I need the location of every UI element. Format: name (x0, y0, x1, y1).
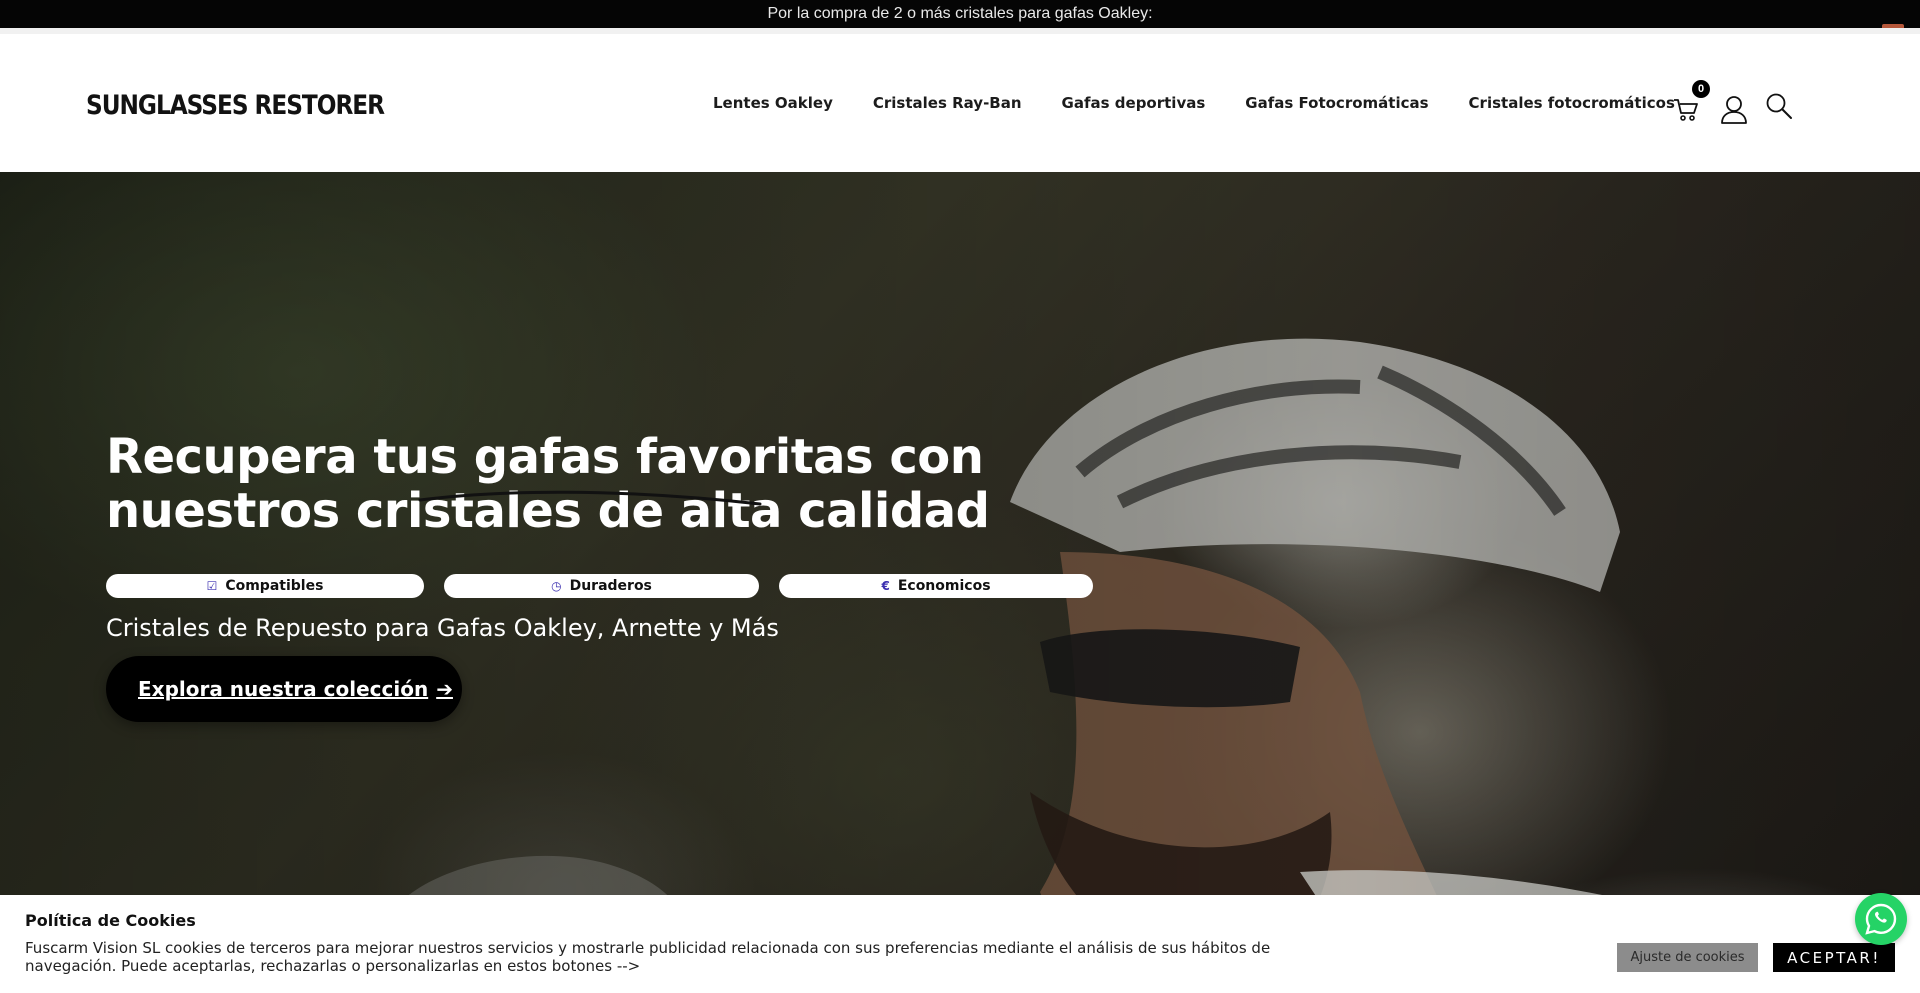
pill-compatibles: ☑ Compatibles (106, 574, 424, 598)
promo-bar: Por la compra de 2 o más cristales para … (0, 0, 1920, 30)
site-header: SUNGLASSES RESTORER Lentes Oakley Crista… (0, 28, 1920, 172)
cookie-banner: Política de Cookies Fuscarm Vision SL co… (0, 895, 1920, 993)
pill-label: Economicos (897, 578, 991, 594)
search-icon (1766, 93, 1792, 119)
cookie-title: Política de Cookies (25, 911, 196, 930)
title-underline-decoration (418, 490, 762, 506)
account-button[interactable] (1718, 86, 1754, 126)
nav-gafas-deportivas[interactable]: Gafas deportivas (1062, 94, 1206, 112)
cart-icon (1674, 99, 1698, 121)
pill-label: Compatibles (225, 578, 324, 594)
nav-cristales-ray-ban[interactable]: Cristales Ray-Ban (873, 94, 1022, 112)
nav-cristales-fotocromaticos[interactable]: Cristales fotocromáticos (1469, 94, 1675, 112)
nav-lentes-oakley[interactable]: Lentes Oakley (713, 94, 833, 112)
checkbox-icon: ☑ (206, 579, 218, 593)
cta-label: Explora nuestra colección (138, 677, 429, 701)
pill-duraderos: ◷ Duraderos (444, 574, 759, 598)
cart-button[interactable]: 0 (1672, 80, 1710, 126)
arrow-right-icon: ➔ (436, 677, 453, 701)
hero-subtitle: Cristales de Repuesto para Gafas Oakley,… (106, 614, 779, 642)
nav-gafas-fotocromaticas[interactable]: Gafas Fotocromáticas (1245, 94, 1428, 112)
euro-icon: € (881, 579, 890, 593)
hero-title: Recupera tus gafas favoritas con nuestro… (106, 429, 990, 539)
pill-label: Duraderos (569, 578, 652, 594)
main-nav: Lentes Oakley Cristales Ray-Ban Gafas de… (713, 94, 1675, 112)
accept-cookies-button[interactable]: ACEPTAR! (1773, 943, 1895, 972)
pill-economicos: € Economicos (779, 574, 1093, 598)
site-logo[interactable]: SUNGLASSES RESTORER (86, 90, 385, 121)
cookie-settings-button[interactable]: Ajuste de cookies (1617, 943, 1758, 972)
cart-count-badge: 0 (1692, 80, 1710, 98)
clock-icon: ◷ (551, 579, 562, 593)
search-button[interactable] (1763, 86, 1795, 126)
feature-pills: ☑ Compatibles ◷ Duraderos € Economicos (106, 574, 1093, 598)
hero-banner: Recupera tus gafas favoritas con nuestro… (0, 172, 1920, 993)
promo-text: Por la compra de 2 o más cristales para … (767, 5, 1153, 22)
whatsapp-button[interactable] (1855, 893, 1907, 945)
cookie-text: Fuscarm Vision SL cookies de terceros pa… (25, 939, 1271, 975)
whatsapp-icon (1865, 903, 1897, 935)
user-icon (1721, 96, 1747, 124)
explore-collection-button[interactable]: Explora nuestra colección ➔ (106, 656, 462, 722)
